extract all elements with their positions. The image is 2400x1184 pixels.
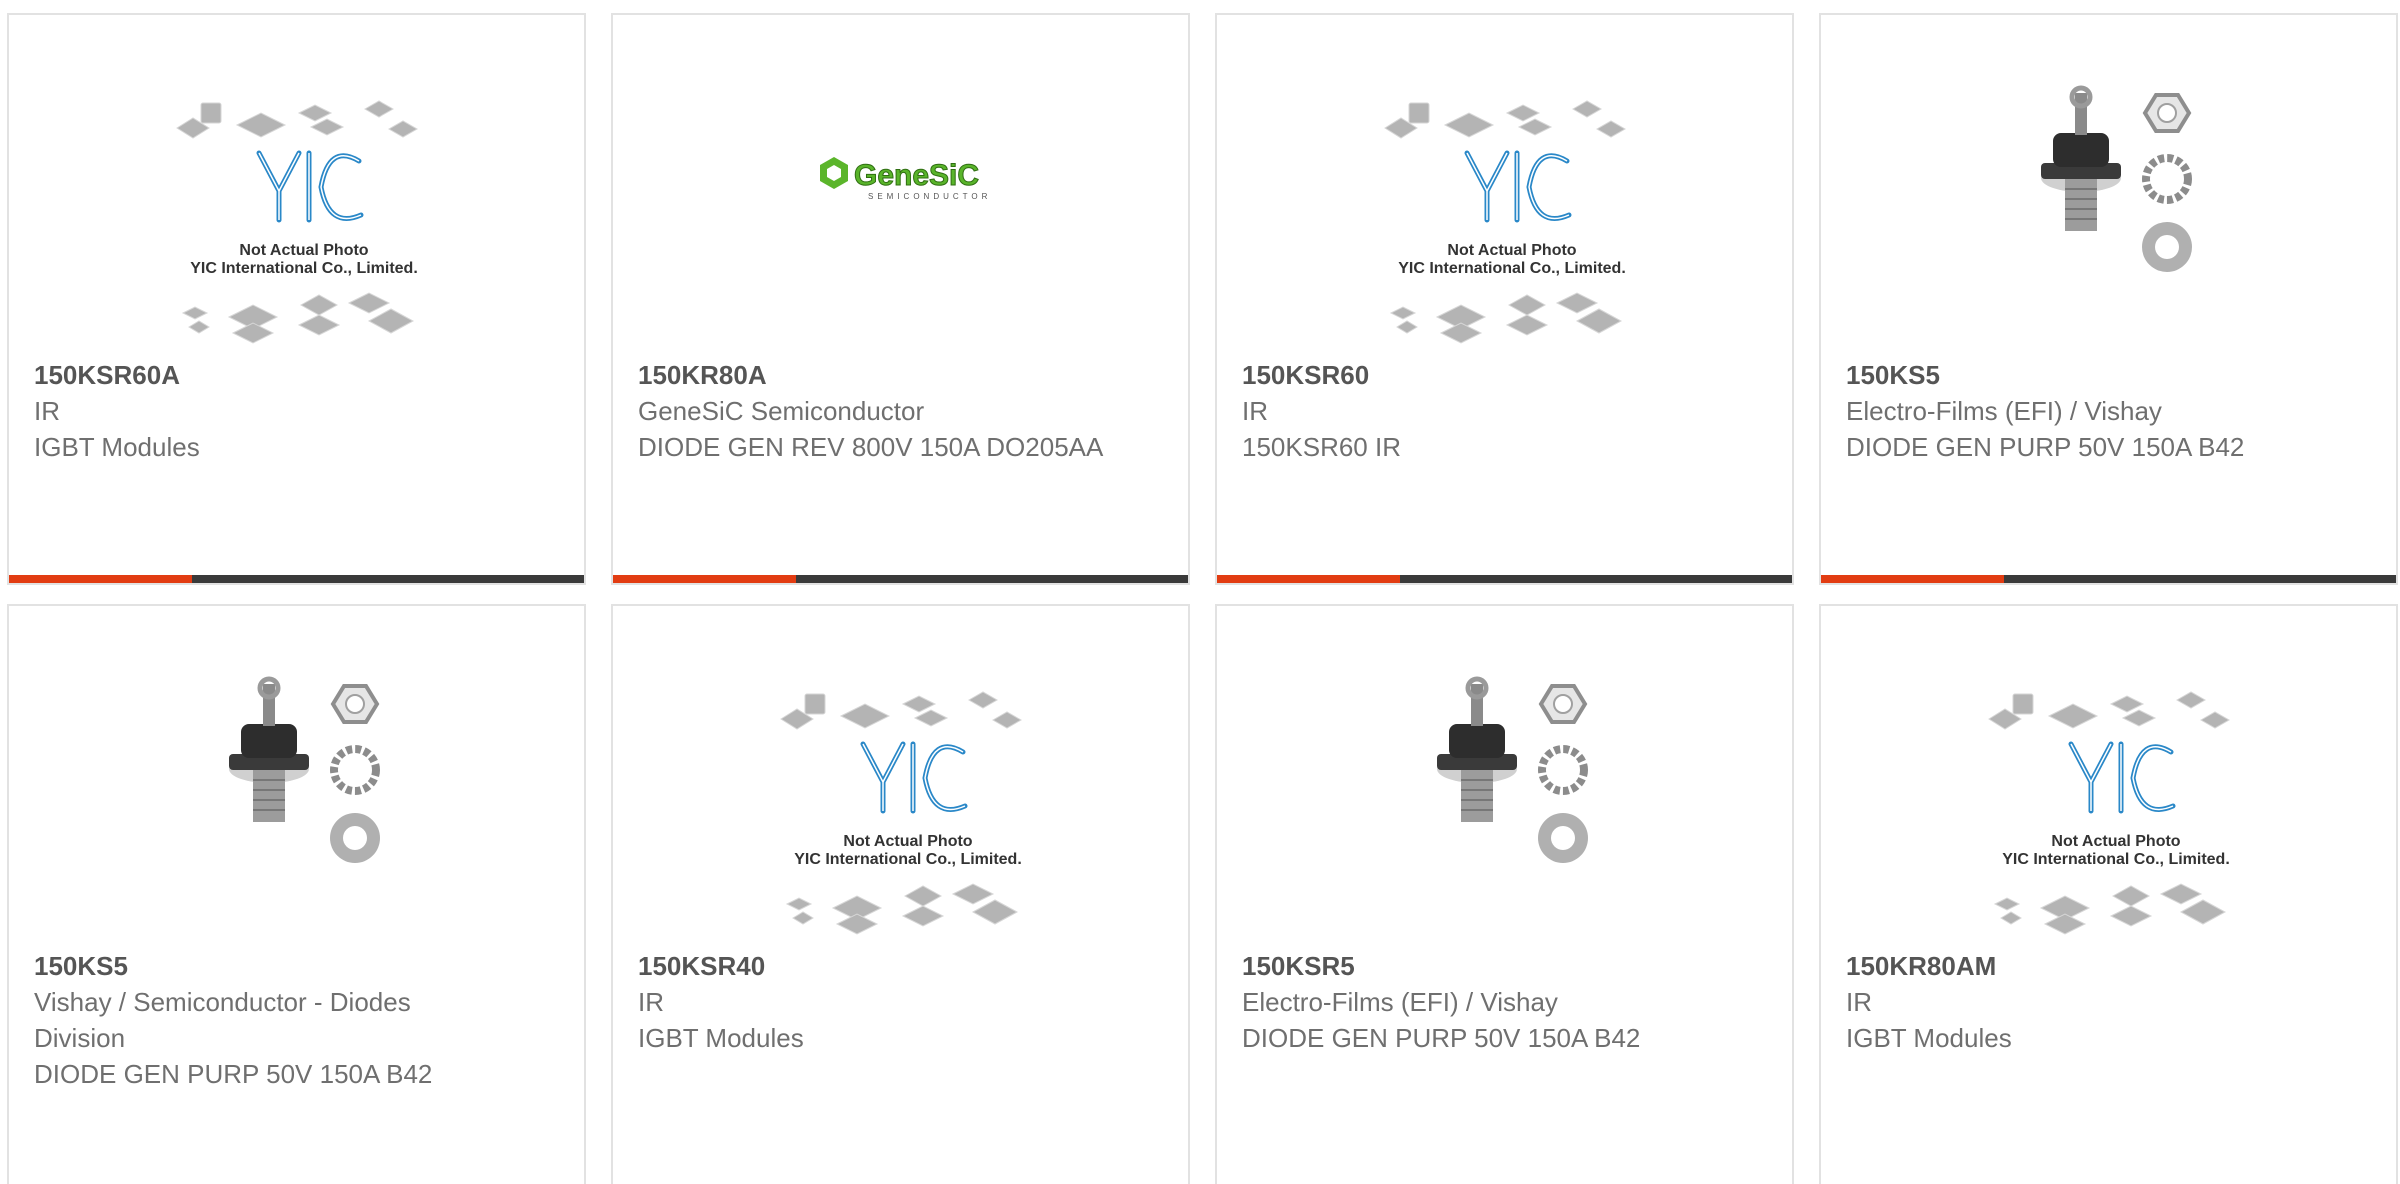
description: DIODE GEN PURP 50V 150A B42 [34, 1059, 433, 1089]
product-card[interactable]: Not Actual Photo YIC International Co., … [1819, 604, 2398, 1184]
card-footer-bar [1217, 575, 1792, 583]
part-number[interactable]: 150KSR60 [1242, 357, 1772, 393]
description: DIODE GEN PURP 50V 150A B42 [1846, 432, 2245, 462]
genesic-logo: GeneSiC SEMICONDUCTOR [798, 145, 1018, 225]
placeholder-line1: Not Actual Photo [843, 833, 972, 850]
description: 150KSR60 IR [1242, 432, 1401, 462]
stud-diode-image [2031, 83, 2221, 313]
product-card[interactable]: GeneSiC SEMICONDUCTOR 150KR80A GeneSiC S… [611, 13, 1190, 585]
manufacturer: IR [638, 987, 664, 1017]
genesic-logo-sub: SEMICONDUCTOR [868, 192, 991, 201]
placeholder-line2: YIC International Co., Limited. [1398, 260, 1626, 277]
part-number[interactable]: 150KSR5 [1242, 948, 1772, 984]
yic-placeholder-image: Not Actual Photo YIC International Co., … [1981, 686, 2251, 956]
product-info: 150KS5 Vishay / Semiconductor - Diodes D… [34, 948, 564, 1092]
placeholder-line2: YIC International Co., Limited. [794, 851, 1022, 868]
genesic-logo-text: GeneSiC [854, 159, 979, 192]
card-accent-bar [613, 575, 796, 583]
part-number[interactable]: 150KS5 [34, 948, 564, 984]
yic-placeholder-image: Not Actual Photo YIC International Co., … [1377, 95, 1647, 365]
product-info: 150KSR60 IR 150KSR60 IR [1242, 357, 1772, 465]
product-card[interactable]: Not Actual Photo YIC International Co., … [7, 13, 586, 585]
stud-diode-image [1427, 674, 1617, 904]
part-number[interactable]: 150KR80A [638, 357, 1168, 393]
placeholder-line2: YIC International Co., Limited. [2002, 851, 2230, 868]
card-accent-bar [9, 575, 192, 583]
description: IGBT Modules [638, 1023, 804, 1053]
product-info: 150KR80A GeneSiC Semiconductor DIODE GEN… [638, 357, 1168, 465]
manufacturer: IR [34, 396, 60, 426]
part-number[interactable]: 150KSR40 [638, 948, 1168, 984]
product-card[interactable]: 150KSR5 Electro-Films (EFI) / Vishay DIO… [1215, 604, 1794, 1184]
manufacturer: IR [1846, 987, 1872, 1017]
card-accent-bar [1821, 575, 2004, 583]
part-number[interactable]: 150KS5 [1846, 357, 2376, 393]
placeholder-line2: YIC International Co., Limited. [190, 260, 418, 277]
product-info: 150KSR60A IR IGBT Modules [34, 357, 564, 465]
card-footer-bar [613, 575, 1188, 583]
description: IGBT Modules [34, 432, 200, 462]
card-footer-bar [1821, 575, 2396, 583]
product-info: 150KR80AM IR IGBT Modules [1846, 948, 2376, 1056]
manufacturer: Vishay / Semiconductor - Diodes Division [34, 987, 411, 1053]
placeholder-line1: Not Actual Photo [1447, 242, 1576, 259]
product-info: 150KSR5 Electro-Films (EFI) / Vishay DIO… [1242, 948, 1772, 1056]
product-info: 150KSR40 IR IGBT Modules [638, 948, 1168, 1056]
manufacturer: Electro-Films (EFI) / Vishay [1242, 987, 1558, 1017]
placeholder-line1: Not Actual Photo [2051, 833, 2180, 850]
product-info: 150KS5 Electro-Films (EFI) / Vishay DIOD… [1846, 357, 2376, 465]
product-card[interactable]: Not Actual Photo YIC International Co., … [611, 604, 1190, 1184]
product-card[interactable]: 150KS5 Electro-Films (EFI) / Vishay DIOD… [1819, 13, 2398, 585]
manufacturer: IR [1242, 396, 1268, 426]
part-number[interactable]: 150KSR60A [34, 357, 564, 393]
description: IGBT Modules [1846, 1023, 2012, 1053]
stud-diode-image [219, 674, 409, 904]
card-footer-bar [9, 575, 584, 583]
description: DIODE GEN PURP 50V 150A B42 [1242, 1023, 1641, 1053]
yic-placeholder-image: Not Actual Photo YIC International Co., … [773, 686, 1043, 956]
card-accent-bar [1217, 575, 1400, 583]
yic-placeholder-image: Not Actual Photo YIC International Co., … [169, 95, 439, 365]
product-card[interactable]: 150KS5 Vishay / Semiconductor - Diodes D… [7, 604, 586, 1184]
product-card[interactable]: Not Actual Photo YIC International Co., … [1215, 13, 1794, 585]
part-number[interactable]: 150KR80AM [1846, 948, 2376, 984]
description: DIODE GEN REV 800V 150A DO205AA [638, 432, 1104, 462]
product-grid: Not Actual Photo YIC International Co., … [0, 0, 2400, 1184]
manufacturer: GeneSiC Semiconductor [638, 396, 925, 426]
manufacturer: Electro-Films (EFI) / Vishay [1846, 396, 2162, 426]
placeholder-line1: Not Actual Photo [239, 242, 368, 259]
